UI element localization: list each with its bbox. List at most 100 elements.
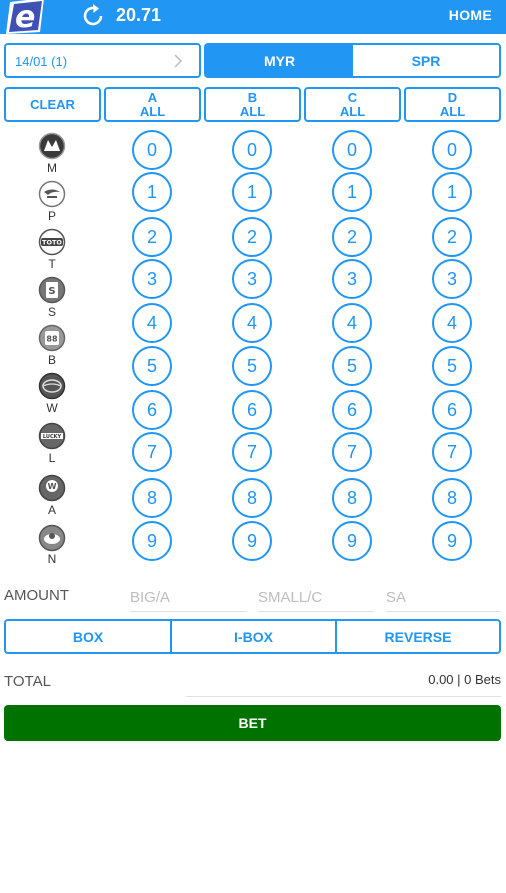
provider-label-t: T xyxy=(48,257,56,271)
digit-c-8-button[interactable]: 8 xyxy=(332,478,372,518)
digit-b-8-button[interactable]: 8 xyxy=(232,478,272,518)
digit-d-2-button[interactable]: 2 xyxy=(432,217,472,257)
digit-a-7-button[interactable]: 7 xyxy=(132,432,172,472)
chevron-right-icon xyxy=(174,54,183,68)
damacai-icon[interactable] xyxy=(38,180,66,208)
digit-b-0-button[interactable]: 0 xyxy=(232,130,272,170)
bet-type-group: BOX I-BOX REVERSE xyxy=(4,619,501,654)
toto-icon[interactable]: TOTO xyxy=(38,228,66,256)
svg-text:W: W xyxy=(48,482,57,491)
digit-a-8-button[interactable]: 8 xyxy=(132,478,172,518)
digit-a-5-button[interactable]: 5 xyxy=(132,346,172,386)
digit-d-5-button[interactable]: 5 xyxy=(432,346,472,386)
digit-c-6-button[interactable]: 6 xyxy=(332,390,372,430)
digit-b-7-button[interactable]: 7 xyxy=(232,432,272,472)
total-divider xyxy=(186,696,501,697)
digit-a-4-button[interactable]: 4 xyxy=(132,303,172,343)
svg-text:LUCKY: LUCKY xyxy=(43,434,62,440)
digit-c-2-button[interactable]: 2 xyxy=(332,217,372,257)
position-all-label: ALL xyxy=(339,104,366,119)
provider-label-w: W xyxy=(46,401,58,415)
digit-a-0-button[interactable]: 0 xyxy=(132,130,172,170)
digit-c-9-button[interactable]: 9 xyxy=(332,521,372,561)
balance-value: 20.71 xyxy=(116,5,162,25)
digit-b-4-button[interactable]: 4 xyxy=(232,303,272,343)
provider-label-a: A xyxy=(47,503,56,517)
total-value: 0.00 | 0 Bets xyxy=(428,672,501,687)
currency-myr-button[interactable]: MYR xyxy=(206,45,353,76)
digit-c-7-button[interactable]: 7 xyxy=(332,432,372,472)
provider-label-b: B xyxy=(47,353,56,367)
position-c-all-button[interactable]: C ALL xyxy=(304,87,401,122)
reverse-button[interactable]: REVERSE xyxy=(337,621,499,652)
digit-c-4-button[interactable]: 4 xyxy=(332,303,372,343)
lucky-icon[interactable]: LUCKY xyxy=(38,422,66,450)
amount-label: AMOUNT xyxy=(4,587,69,604)
bet-button[interactable]: BET xyxy=(4,705,501,741)
position-letter: A xyxy=(147,90,158,105)
position-d-all-button[interactable]: D ALL xyxy=(404,87,501,122)
sa-amount-input[interactable] xyxy=(386,584,501,612)
svg-text:TOTO: TOTO xyxy=(42,239,62,247)
svg-text:88: 88 xyxy=(46,335,58,344)
position-all-label: ALL xyxy=(439,104,466,119)
digit-d-8-button[interactable]: 8 xyxy=(432,478,472,518)
svg-text:e: e xyxy=(15,0,35,34)
digit-d-9-button[interactable]: 9 xyxy=(432,521,472,561)
svg-text:S: S xyxy=(48,286,55,297)
position-letter: C xyxy=(347,90,358,105)
digit-a-3-button[interactable]: 3 xyxy=(132,259,172,299)
home-link[interactable]: HOME xyxy=(449,7,492,23)
currency-spr-button[interactable]: SPR xyxy=(353,45,499,76)
digit-d-1-button[interactable]: 1 xyxy=(432,172,472,212)
provider-label-l: L xyxy=(48,451,56,465)
i-box-button[interactable]: I-BOX xyxy=(172,621,335,652)
provider-label-s: S xyxy=(47,305,56,319)
draw-date-value: 14/01 (1) xyxy=(15,54,68,69)
position-letter: D xyxy=(447,90,458,105)
digit-b-1-button[interactable]: 1 xyxy=(232,172,272,212)
digit-c-0-button[interactable]: 0 xyxy=(332,130,372,170)
big-amount-input[interactable] xyxy=(130,584,247,612)
digit-a-6-button[interactable]: 6 xyxy=(132,390,172,430)
box-button[interactable]: BOX xyxy=(6,621,170,652)
draw-date-select[interactable]: 14/01 (1) xyxy=(4,43,201,78)
currency-toggle: MYR SPR xyxy=(204,43,501,78)
clear-button[interactable]: CLEAR xyxy=(4,87,101,122)
digit-c-5-button[interactable]: 5 xyxy=(332,346,372,386)
position-b-all-button[interactable]: B ALL xyxy=(204,87,301,122)
digit-a-9-button[interactable]: 9 xyxy=(132,521,172,561)
sabah-icon[interactable]: 88 xyxy=(38,324,66,352)
total-label: TOTAL xyxy=(4,673,51,690)
digit-c-3-button[interactable]: 3 xyxy=(332,259,372,299)
provider-label-m: M xyxy=(47,161,57,175)
sandakan-icon[interactable] xyxy=(38,372,66,400)
digit-b-9-button[interactable]: 9 xyxy=(232,521,272,561)
digit-b-6-button[interactable]: 6 xyxy=(232,390,272,430)
position-a-all-button[interactable]: A ALL xyxy=(104,87,201,122)
digit-c-1-button[interactable]: 1 xyxy=(332,172,372,212)
position-all-label: ALL xyxy=(139,104,166,119)
digit-d-3-button[interactable]: 3 xyxy=(432,259,472,299)
provider-label-n: N xyxy=(47,552,57,566)
digit-a-1-button[interactable]: 1 xyxy=(132,172,172,212)
singapore-icon[interactable]: S xyxy=(38,276,66,304)
top-bar: e 20.71 HOME xyxy=(0,0,506,34)
position-letter: B xyxy=(247,90,258,105)
digit-b-2-button[interactable]: 2 xyxy=(232,217,272,257)
digit-d-6-button[interactable]: 6 xyxy=(432,390,472,430)
digit-a-2-button[interactable]: 2 xyxy=(132,217,172,257)
magnum-icon[interactable] xyxy=(38,132,66,160)
lottery-icon[interactable] xyxy=(38,524,66,552)
digit-d-0-button[interactable]: 0 xyxy=(432,130,472,170)
digit-d-7-button[interactable]: 7 xyxy=(432,432,472,472)
refresh-icon[interactable] xyxy=(80,3,106,29)
perdana-icon[interactable]: W xyxy=(38,474,66,502)
digit-b-3-button[interactable]: 3 xyxy=(232,259,272,299)
provider-label-p: P xyxy=(47,209,56,223)
small-amount-input[interactable] xyxy=(258,584,374,612)
position-all-label: ALL xyxy=(239,104,266,119)
e-logo-icon[interactable]: e xyxy=(4,0,48,34)
digit-b-5-button[interactable]: 5 xyxy=(232,346,272,386)
digit-d-4-button[interactable]: 4 xyxy=(432,303,472,343)
